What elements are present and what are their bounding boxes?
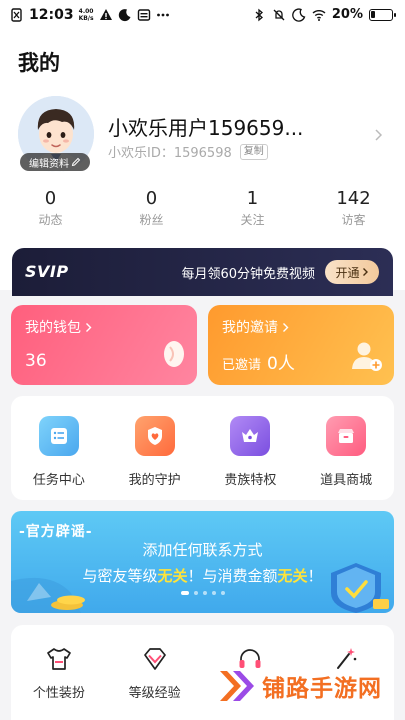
wallet-balance: 36 xyxy=(25,351,47,371)
pencil-icon xyxy=(71,157,81,167)
banner-line-2: 与密友等级无关！与消费金额无关！ xyxy=(82,567,323,585)
watermark-text: 铺路手游网 xyxy=(262,676,382,702)
carousel-dot xyxy=(193,591,198,595)
menu-task-center[interactable]: 任务中心 xyxy=(11,396,107,500)
battery-fill xyxy=(371,10,375,18)
guard-icon xyxy=(134,416,175,456)
chevron-right-icon[interactable] xyxy=(374,128,383,142)
user-id-row: 小欢乐ID：1596598 复制 xyxy=(108,142,268,161)
invite-card[interactable]: 我的邀请 已邀请 0人 xyxy=(208,305,394,385)
sim-off-icon xyxy=(11,8,22,22)
menu-label: 等级经验 xyxy=(128,686,181,701)
edit-profile-label: 编辑资料 xyxy=(29,158,69,170)
crown-icon xyxy=(230,416,271,456)
username: 小欢乐用户159659... xyxy=(108,116,304,140)
wallet-title-row: 我的钱包 xyxy=(25,317,92,337)
menu-label: 个性装扮 xyxy=(32,686,85,701)
moon-icon xyxy=(118,9,131,22)
svip-open-button[interactable]: 开通 xyxy=(325,260,379,284)
watermark-logo-icon xyxy=(220,671,254,701)
mute-icon xyxy=(273,9,285,20)
carousel-dots xyxy=(11,591,394,595)
menu-label: 任务中心 xyxy=(32,473,85,488)
menu-level-exp[interactable]: 等级经验 xyxy=(107,625,203,720)
diamond-icon xyxy=(143,648,166,670)
banner-tag: -官方辟谣- xyxy=(19,524,93,540)
task-icon xyxy=(38,416,79,456)
chevron-right-icon xyxy=(86,322,92,332)
carousel-dot xyxy=(180,591,189,595)
wallet-title: 我的钱包 xyxy=(25,320,81,336)
feature-menu: 任务中心 我的守护 贵族特权 道具商城 xyxy=(11,396,394,500)
page-title: 我的 xyxy=(18,51,60,75)
wallet-card[interactable]: 我的钱包 36 xyxy=(11,305,197,385)
wifi-icon xyxy=(312,9,326,21)
watermark: 铺路手游网 xyxy=(218,669,382,703)
invite-count: 0人 xyxy=(267,354,295,374)
copy-id-button[interactable]: 复制 xyxy=(239,143,268,160)
svip-logo: SVIP xyxy=(25,262,69,281)
stats-row: 0 动态 0 粉丝 1 关注 142 访客 xyxy=(0,188,405,228)
menu-my-guard[interactable]: 我的守护 xyxy=(107,396,203,500)
menu-dress-up[interactable]: 个性装扮 xyxy=(11,625,107,720)
menu-noble-privilege[interactable]: 贵族特权 xyxy=(203,396,299,500)
battery-percent: 20% xyxy=(331,7,363,22)
menu-label: 贵族特权 xyxy=(224,473,277,488)
svip-open-label: 开通 xyxy=(335,265,360,280)
status-bar: 12:03 4.00 KB/s 20% xyxy=(0,0,405,32)
invite-count-row: 已邀请 0人 xyxy=(222,349,295,374)
invite-label: 已邀请 xyxy=(222,358,262,373)
svip-promo-text: 每月领60分钟免费视频 xyxy=(181,267,315,282)
card-icon xyxy=(137,9,150,21)
battery-icon xyxy=(369,8,396,21)
banner-line-1: 添加任何联系方式 xyxy=(142,541,263,559)
menu-label: 我的守护 xyxy=(128,473,181,488)
carousel-dot xyxy=(202,591,207,595)
more-dots-icon xyxy=(156,13,169,17)
official-notice-banner[interactable]: -官方辟谣- 添加任何联系方式 与密友等级无关！与消费金额无关！ xyxy=(11,511,394,613)
moon-icon xyxy=(292,7,306,22)
clock: 12:03 xyxy=(29,7,74,23)
edit-profile-button[interactable]: 编辑资料 xyxy=(20,153,90,171)
stat-fans[interactable]: 0 粉丝 xyxy=(101,188,202,228)
stat-visitors[interactable]: 142 访客 xyxy=(303,188,404,228)
svip-banner[interactable]: SVIP 每月领60分钟免费视频 开通 xyxy=(12,248,393,296)
stat-following[interactable]: 1 关注 xyxy=(202,188,303,228)
bluetooth-icon xyxy=(255,8,263,21)
warning-icon xyxy=(99,9,112,20)
stat-posts[interactable]: 0 动态 xyxy=(0,188,101,228)
chevron-right-icon xyxy=(283,322,289,332)
menu-prop-store[interactable]: 道具商城 xyxy=(298,396,394,500)
add-friend-icon xyxy=(352,342,382,371)
profile-section: 我的 编辑资料 小欢乐用户159659... 小欢乐ID：1596598 复制 … xyxy=(0,32,405,296)
user-id: 小欢乐ID：1596598 xyxy=(108,146,232,161)
bean-icon xyxy=(164,341,184,367)
carousel-dot xyxy=(220,591,225,595)
net-speed: 4.00 KB/s xyxy=(78,8,94,22)
store-icon xyxy=(326,416,367,456)
menu-label: 道具商城 xyxy=(320,473,373,488)
carousel-dot xyxy=(211,591,216,595)
invite-title: 我的邀请 xyxy=(222,320,278,336)
tshirt-icon xyxy=(47,648,71,670)
chevron-right-icon xyxy=(362,268,368,276)
invite-title-row: 我的邀请 xyxy=(222,317,289,337)
